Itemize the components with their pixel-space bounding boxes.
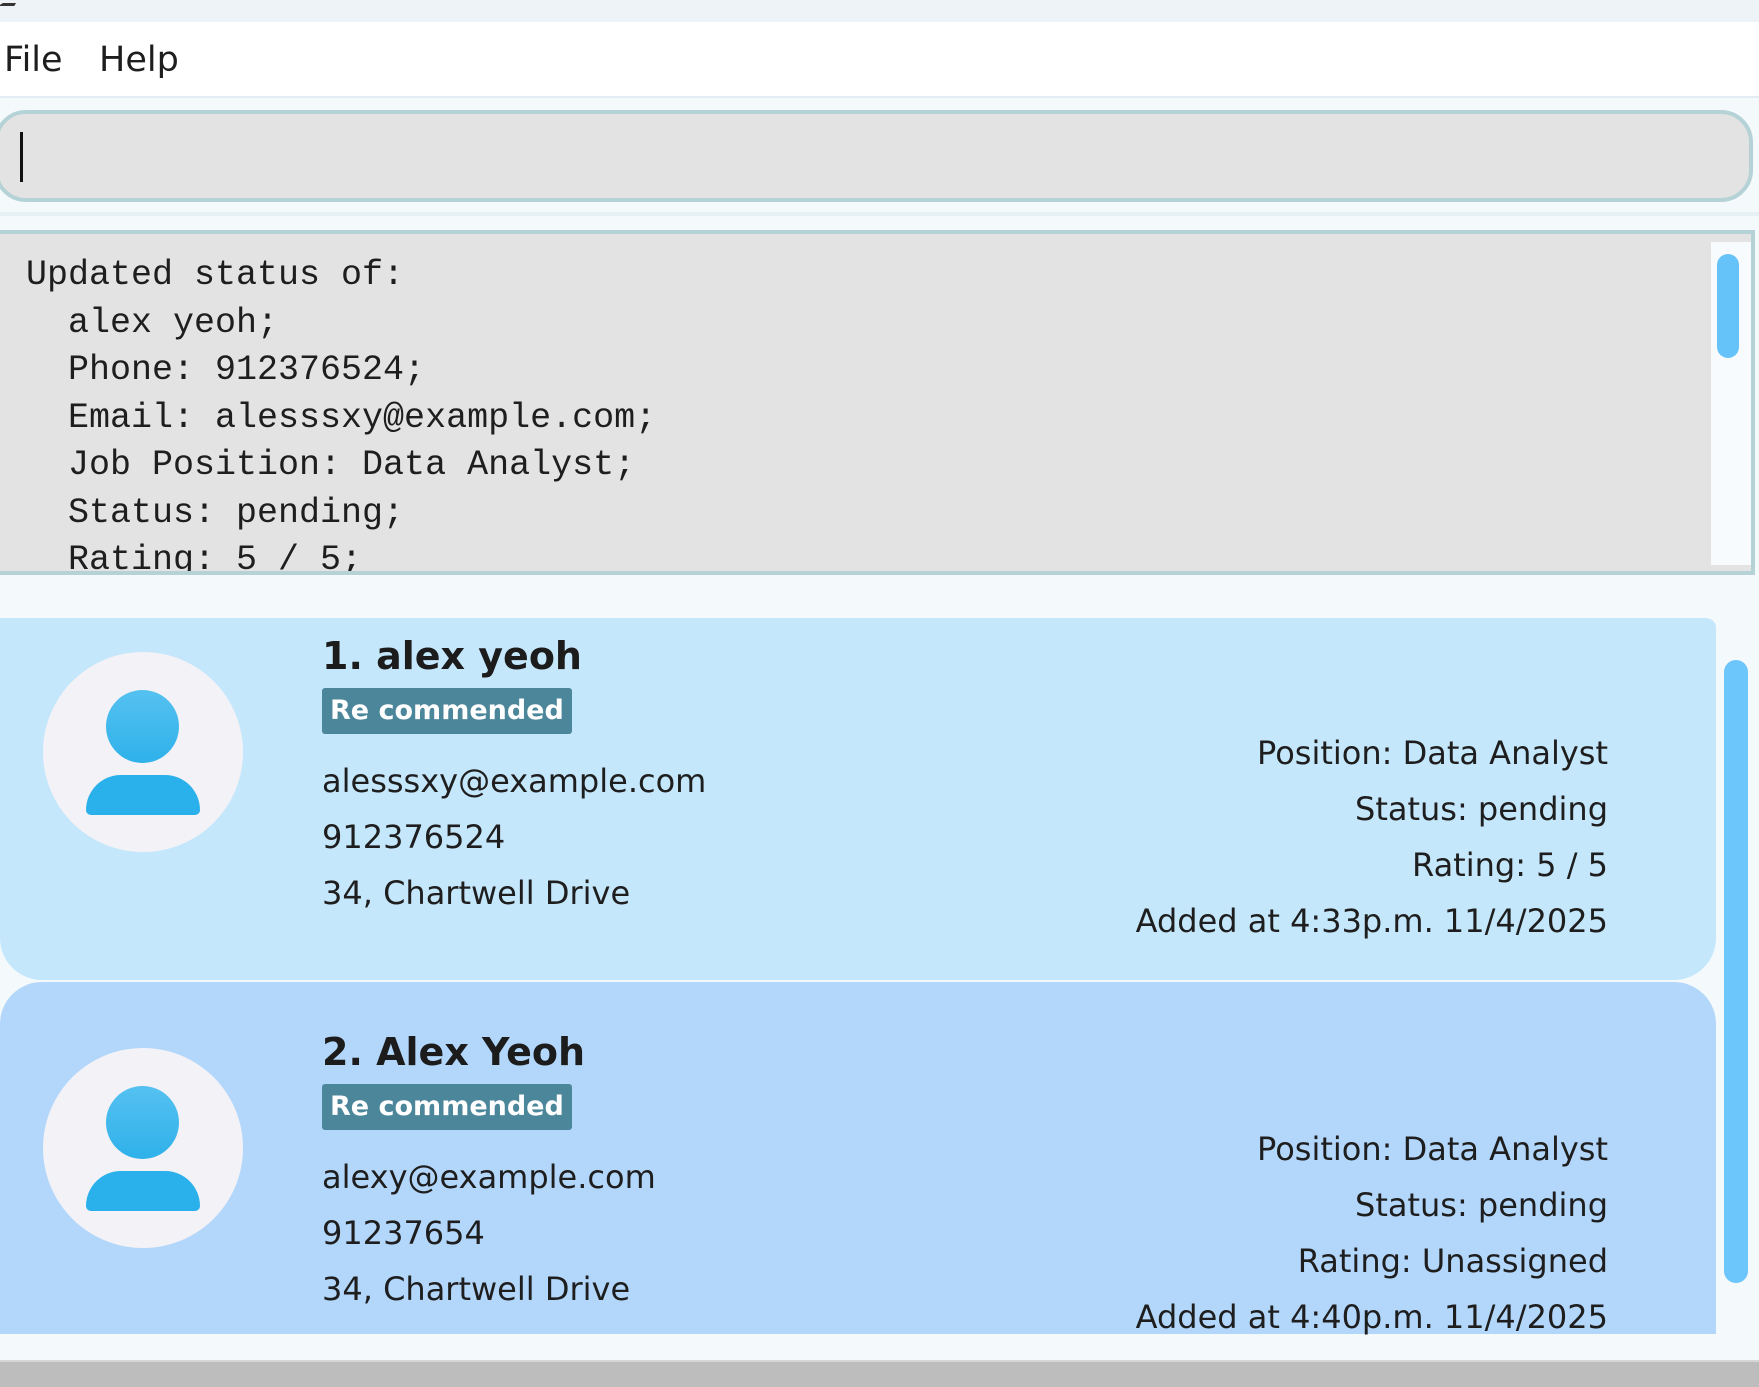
candidate-name: 2. Alex Yeoh	[322, 1030, 586, 1074]
candidate-name: 1. alex yeoh	[322, 634, 582, 678]
window-corner-icon	[0, 0, 18, 6]
menu-bar: File Help	[0, 22, 1759, 98]
tag-badge: Re commended	[322, 1084, 572, 1130]
menu-help[interactable]: Help	[99, 40, 179, 80]
result-line: Rating: 5 / 5;	[26, 540, 363, 575]
result-line: Status: pending;	[26, 492, 405, 533]
menu-file[interactable]: File	[4, 40, 63, 80]
candidate-status: Status: pending	[1355, 1186, 1608, 1224]
person-icon-head	[106, 1086, 179, 1159]
command-input[interactable]	[0, 110, 1753, 202]
candidate-card-1[interactable]: 1. alex yeoh Re commended alesssxy@examp…	[0, 618, 1716, 980]
candidate-position: Position: Data Analyst	[1257, 734, 1608, 772]
avatar	[43, 652, 243, 852]
tag-badge: Re commended	[322, 688, 572, 734]
candidate-position: Position: Data Analyst	[1257, 1130, 1608, 1168]
candidate-phone: 912376524	[322, 818, 506, 856]
section-divider	[0, 212, 1759, 216]
candidate-phone: 91237654	[322, 1214, 485, 1252]
candidate-rating: Rating: Unassigned	[1297, 1242, 1608, 1280]
candidate-email: alexy@example.com	[322, 1158, 656, 1196]
candidate-email: alesssxy@example.com	[322, 762, 707, 800]
result-display: Updated status of: alex yeoh; Phone: 912…	[0, 230, 1755, 575]
candidate-status: Status: pending	[1355, 790, 1608, 828]
candidate-rating: Rating: 5 / 5	[1412, 846, 1608, 884]
text-caret	[20, 132, 23, 182]
result-line: Job Position: Data Analyst;	[26, 445, 636, 485]
result-text: Updated status of: alex yeoh; Phone: 912…	[26, 252, 657, 575]
result-line: Email: alesssxy@example.com;	[26, 397, 657, 438]
candidate-address: 34, Chartwell Drive	[322, 874, 631, 912]
person-icon-head	[106, 690, 179, 763]
result-line: alex yeoh;	[26, 302, 279, 343]
result-line: Phone: 912376524;	[26, 350, 426, 390]
list-scrollbar-thumb[interactable]	[1724, 660, 1748, 1283]
person-icon-body	[86, 775, 200, 815]
result-line: Updated status of:	[26, 255, 405, 295]
avatar	[43, 1048, 243, 1248]
candidate-added: Added at 4:40p.m. 11/4/2025	[1135, 1298, 1608, 1336]
candidate-address: 34, Chartwell Drive	[322, 1270, 631, 1308]
result-scrollbar-thumb[interactable]	[1717, 254, 1739, 358]
person-icon-body	[86, 1171, 200, 1211]
candidate-card-2[interactable]: 2. Alex Yeoh Re commended alexy@example.…	[0, 982, 1716, 1336]
status-bar	[0, 1360, 1759, 1387]
window-titlebar	[0, 0, 1759, 22]
candidate-added: Added at 4:33p.m. 11/4/2025	[1135, 902, 1608, 940]
